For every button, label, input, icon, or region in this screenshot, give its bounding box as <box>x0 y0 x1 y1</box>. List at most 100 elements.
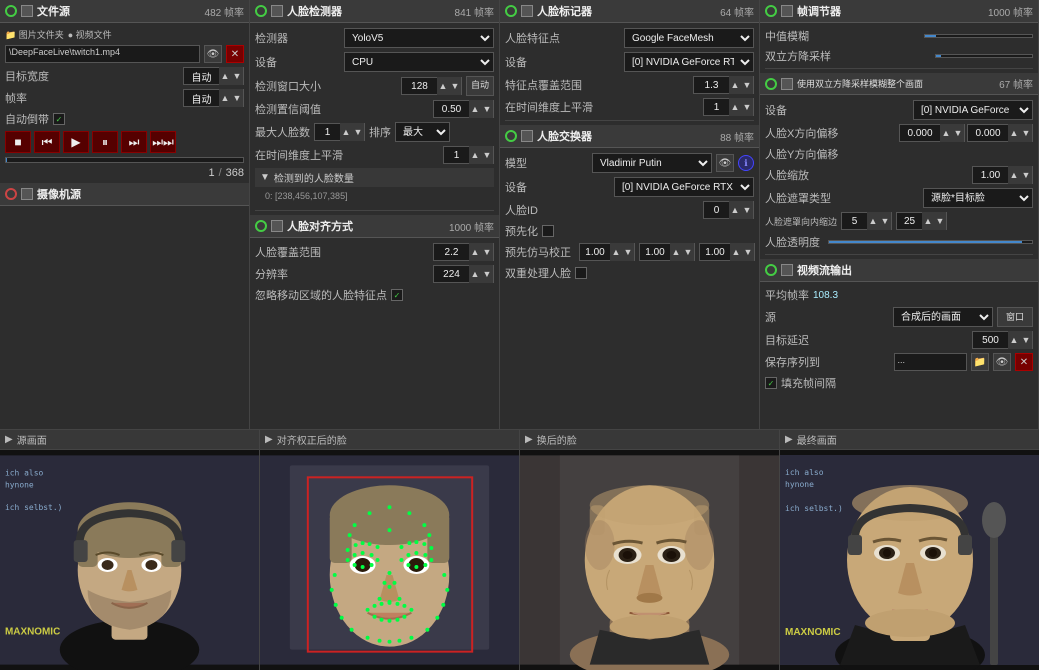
model-info-btn[interactable]: ℹ <box>738 155 754 171</box>
prev-btn[interactable]: ⏮ <box>34 131 60 153</box>
fps-up[interactable]: ▲ <box>219 89 231 107</box>
erode-up[interactable]: ▲ <box>867 212 879 230</box>
resolution-down[interactable]: ▼ <box>481 265 493 283</box>
target-width-spinbox[interactable]: ▲ ▼ <box>183 67 244 85</box>
erode-spinbox[interactable]: ▲ ▼ <box>841 212 892 230</box>
face-id-spinbox[interactable]: ▲ ▼ <box>703 201 754 219</box>
prealign-down2[interactable]: ▼ <box>682 243 694 261</box>
save-path-input[interactable]: ... <box>894 353 968 371</box>
smooth-input[interactable] <box>444 150 469 161</box>
marker-device-select[interactable]: [0] NVIDIA GeForce RTX <box>624 52 754 72</box>
prealign-up3[interactable]: ▲ <box>730 243 742 261</box>
pause-btn[interactable]: ⏸ <box>92 131 118 153</box>
face-detector-power-icon[interactable] <box>255 5 267 17</box>
resolution-spinbox[interactable]: ▲ ▼ <box>433 265 494 283</box>
model-select[interactable]: Vladimir Putin <box>592 153 712 173</box>
fps-input[interactable] <box>184 93 219 104</box>
opacity-slider[interactable] <box>828 240 1033 244</box>
prealign-input1[interactable] <box>580 247 610 258</box>
max-faces-input[interactable] <box>315 127 340 138</box>
median-blur-slider[interactable] <box>924 34 1033 38</box>
blur-spinbox[interactable]: ▲ ▼ <box>896 212 947 230</box>
prealign-up1[interactable]: ▲ <box>610 243 622 261</box>
marker-smooth-up[interactable]: ▲ <box>729 98 741 116</box>
bilateral-device-select[interactable]: [0] NVIDIA GeForce <box>913 100 1033 120</box>
coverage-up[interactable]: ▲ <box>469 243 481 261</box>
coverage-input[interactable] <box>434 247 469 258</box>
sort-select[interactable]: 最大 <box>395 122 450 142</box>
landmark-range-up[interactable]: ▲ <box>729 76 741 94</box>
save-path-close-btn[interactable]: ✕ <box>1015 353 1033 371</box>
save-path-eye-btn[interactable]: 👁 <box>993 353 1011 371</box>
window-btn[interactable]: 窗口 <box>997 307 1033 327</box>
prealign-down1[interactable]: ▼ <box>622 243 634 261</box>
window-size-down[interactable]: ▼ <box>449 77 461 95</box>
landmark-range-input[interactable] <box>694 80 729 91</box>
play-btn[interactable]: ▶ <box>63 131 89 153</box>
frame-adjuster-power-icon[interactable] <box>765 5 777 17</box>
smooth-spinbox[interactable]: ▲ ▼ <box>443 146 494 164</box>
target-width-input[interactable] <box>184 71 219 82</box>
delay-input[interactable] <box>973 335 1008 346</box>
max-faces-up[interactable]: ▲ <box>340 123 352 141</box>
target-width-up[interactable]: ▲ <box>219 67 231 85</box>
x-offset-input2[interactable] <box>968 128 1008 139</box>
prealign-down3[interactable]: ▼ <box>742 243 754 261</box>
coverage-down[interactable]: ▼ <box>481 243 493 261</box>
model-eye-btn[interactable]: 👁 <box>716 154 734 172</box>
face-swapper-power-icon[interactable] <box>505 130 517 142</box>
bilateral-section-check-icon[interactable] <box>781 78 793 90</box>
fps-spinbox[interactable]: ▲ ▼ <box>183 89 244 107</box>
marker-smooth-input[interactable] <box>704 102 729 113</box>
double-process-checkbox[interactable] <box>575 267 587 279</box>
prealign-up2[interactable]: ▲ <box>670 243 682 261</box>
prealign-spinbox3[interactable]: ▲ ▼ <box>699 243 755 261</box>
prealign-spinbox1[interactable]: ▲ ▼ <box>579 243 635 261</box>
fps-down[interactable]: ▼ <box>231 89 243 107</box>
stream-output-power-icon[interactable] <box>765 264 777 276</box>
camera-source-power-icon[interactable] <box>5 188 17 200</box>
frame-adjuster-check-icon[interactable] <box>781 5 793 17</box>
window-size-up[interactable]: ▲ <box>437 77 449 95</box>
face-detector-check-icon[interactable] <box>271 5 283 17</box>
smooth-down[interactable]: ▼ <box>481 146 493 164</box>
face-id-input[interactable] <box>704 205 729 216</box>
file-path-eye-btn[interactable]: 👁 <box>204 45 222 63</box>
threshold-up[interactable]: ▲ <box>469 100 481 118</box>
face-marker-power-icon[interactable] <box>505 5 517 17</box>
file-source-check-icon[interactable] <box>21 5 33 17</box>
face-align-check-icon[interactable] <box>271 220 283 232</box>
bilateral-section-power-icon[interactable] <box>765 78 777 90</box>
prealign-spinbox2[interactable]: ▲ ▼ <box>639 243 695 261</box>
window-size-spinbox[interactable]: ▲ ▼ <box>401 77 462 95</box>
face-id-down[interactable]: ▼ <box>741 201 753 219</box>
landmark-select[interactable]: Google FaceMesh <box>624 28 754 48</box>
blur-down[interactable]: ▼ <box>934 212 946 230</box>
x-offset-input1[interactable] <box>900 128 940 139</box>
resolution-up[interactable]: ▲ <box>469 265 481 283</box>
mask-type-select[interactable]: 源脸*目标脸 <box>923 188 1033 208</box>
file-path-close-btn[interactable]: ✕ <box>226 45 244 63</box>
fill-gaps-checkbox[interactable] <box>765 377 777 389</box>
delay-up[interactable]: ▲ <box>1008 331 1020 349</box>
face-marker-check-icon[interactable] <box>521 5 533 17</box>
max-faces-down[interactable]: ▼ <box>352 123 364 141</box>
marker-smooth-down[interactable]: ▼ <box>741 98 753 116</box>
video-file-option[interactable]: ● 视频文件 <box>68 28 112 41</box>
ignore-moving-checkbox[interactable] <box>391 289 403 301</box>
marker-smooth-spinbox[interactable]: ▲ ▼ <box>703 98 754 116</box>
x-offset-down1[interactable]: ▼ <box>952 124 964 142</box>
scale-input[interactable] <box>973 170 1008 181</box>
threshold-down[interactable]: ▼ <box>481 100 493 118</box>
erode-input[interactable] <box>842 216 867 227</box>
threshold-input[interactable] <box>434 104 469 115</box>
delay-spinbox[interactable]: ▲ ▼ <box>972 331 1033 349</box>
x-offset-up1[interactable]: ▲ <box>940 124 952 142</box>
device-select[interactable]: CPU <box>344 52 494 72</box>
face-id-up[interactable]: ▲ <box>729 201 741 219</box>
camera-source-check-icon[interactable] <box>21 188 33 200</box>
bilateral-slider[interactable] <box>935 54 1033 58</box>
x-offset-up2[interactable]: ▲ <box>1008 124 1020 142</box>
coverage-spinbox[interactable]: ▲ ▼ <box>433 243 494 261</box>
stream-output-check-icon[interactable] <box>781 264 793 276</box>
